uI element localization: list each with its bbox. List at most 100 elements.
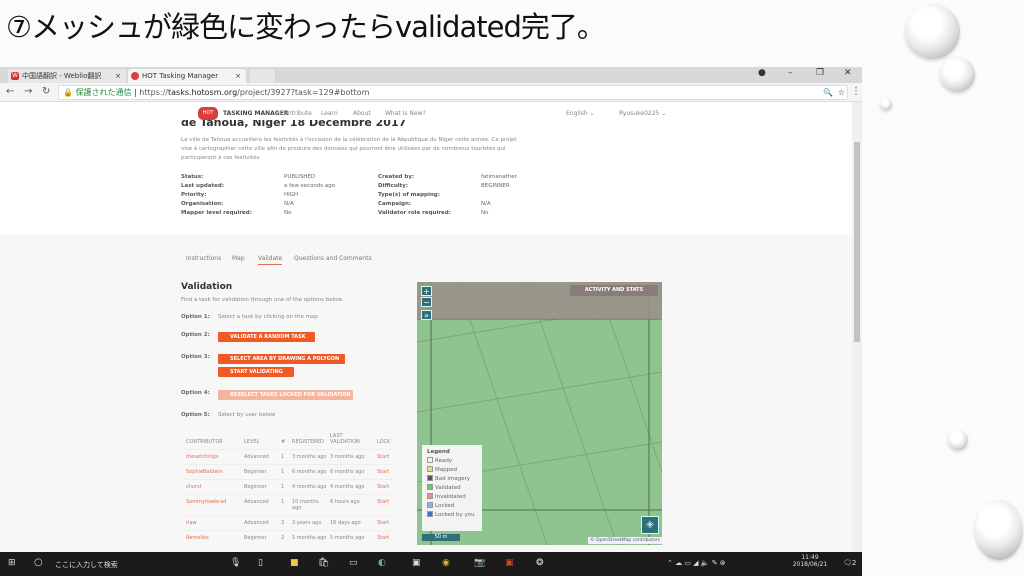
date: 2018/06/21 bbox=[792, 561, 828, 568]
taskbar-search[interactable]: ここに入力して検索 bbox=[55, 560, 118, 570]
legend-title: Legend bbox=[427, 449, 450, 455]
count: 2 bbox=[281, 535, 285, 541]
start-lock-link[interactable]: Start bbox=[377, 499, 389, 505]
tab-questions-comments[interactable]: Questions and Comments bbox=[294, 255, 372, 262]
app-icon[interactable]: ▣ bbox=[412, 558, 421, 568]
legend-label: Bad imagery bbox=[435, 476, 471, 482]
url-path: /project/3927?task=129#bottom bbox=[237, 88, 370, 97]
clock[interactable]: 11:49 2018/06/21 bbox=[790, 554, 830, 568]
legend-swatch bbox=[427, 484, 433, 490]
contributor-link[interactable]: rlaw bbox=[186, 520, 197, 526]
start-lock-link[interactable]: Start bbox=[377, 454, 389, 460]
scrollbar-thumb[interactable] bbox=[854, 142, 860, 342]
contributor-link[interactable]: shurst bbox=[186, 484, 202, 490]
back-icon[interactable]: ← bbox=[6, 86, 14, 97]
tab-weblio[interactable]: W 中国語翻訳 - Weblio翻訳 × bbox=[8, 69, 126, 83]
option-1-label: Option 1: bbox=[181, 314, 210, 320]
nav-about[interactable]: About bbox=[353, 110, 371, 117]
window-app-icon[interactable]: ▭ bbox=[349, 558, 358, 568]
nav-contribute[interactable]: Contribute bbox=[280, 110, 312, 117]
meta-label: Status: bbox=[181, 174, 204, 180]
language-label: English bbox=[566, 110, 588, 117]
tab-instructions[interactable]: Instructions bbox=[186, 255, 221, 262]
option-4-label: Option 4: bbox=[181, 390, 210, 396]
forward-icon[interactable]: → bbox=[24, 86, 32, 97]
level: Beginner bbox=[244, 535, 267, 541]
minimize-icon[interactable]: – bbox=[788, 68, 793, 78]
tab-map[interactable]: Map bbox=[232, 255, 245, 262]
steam-icon[interactable]: ◐ bbox=[378, 558, 386, 568]
slide-title: ⑦メッシュが緑色に変わったらvalidated完了。 bbox=[6, 10, 606, 44]
contributor-link[interactable]: Remelios bbox=[186, 535, 209, 541]
menu-icon[interactable]: ⋮ bbox=[851, 86, 861, 97]
language-select[interactable]: English ⌄ bbox=[566, 110, 595, 117]
start-lock-link[interactable]: Start bbox=[377, 535, 389, 541]
contributor-link[interactable]: SophieBaldwin bbox=[186, 469, 223, 475]
task-view-icon[interactable]: ▯ bbox=[258, 558, 263, 568]
contributor-link[interactable]: Sammyhawkrad bbox=[186, 499, 226, 505]
hot-logo[interactable]: HOT bbox=[198, 107, 218, 120]
store-icon[interactable]: 🛍 bbox=[318, 558, 329, 568]
start-lock-link[interactable]: Start bbox=[377, 469, 389, 475]
legend-swatch bbox=[427, 466, 433, 472]
microphone-icon[interactable]: 🎙 bbox=[230, 558, 241, 568]
zoom-in-button[interactable]: + bbox=[421, 286, 432, 296]
select-area-polygon-button[interactable]: SELECT AREA BY DRAWING A POLYGON bbox=[218, 354, 345, 364]
restore-icon[interactable]: ❐ bbox=[816, 68, 824, 78]
col-last-validation: LAST VALIDATION bbox=[330, 433, 360, 445]
water-drop-decoration bbox=[880, 98, 892, 110]
windows-start-icon[interactable]: ⊞ bbox=[8, 558, 16, 568]
last-validation: 6 months ago bbox=[330, 469, 365, 475]
zoom-icon[interactable]: 🔍 bbox=[823, 86, 833, 99]
close-icon[interactable]: × bbox=[115, 69, 121, 83]
cortana-icon[interactable]: ○ bbox=[34, 557, 43, 568]
col-registered: REGISTERED bbox=[292, 439, 324, 445]
file-explorer-icon[interactable]: ■ bbox=[290, 558, 299, 568]
reload-icon[interactable]: ↻ bbox=[42, 86, 50, 97]
close-icon[interactable]: × bbox=[235, 69, 241, 83]
layers-icon[interactable]: ◈ bbox=[641, 516, 659, 534]
legend-item: Bad imagery bbox=[427, 475, 477, 484]
star-icon[interactable]: ☆ bbox=[838, 86, 845, 99]
legend-label: Mapped bbox=[435, 467, 457, 473]
tab-hot[interactable]: HOT Tasking Manager × bbox=[128, 69, 246, 83]
brand-link[interactable]: TASKING MANAGER bbox=[223, 110, 288, 117]
start-lock-link[interactable]: Start bbox=[377, 484, 389, 490]
last-validation: 5 months ago bbox=[330, 535, 365, 541]
tab-validate[interactable]: Validate bbox=[258, 255, 283, 265]
col-level: LEVEL bbox=[244, 439, 260, 445]
nav-whats-new[interactable]: What is New? bbox=[385, 110, 426, 117]
activity-stats-button[interactable]: ACTIVITY AND STATS bbox=[570, 285, 658, 296]
col-count: # bbox=[281, 439, 286, 445]
reselect-locked-tasks-button[interactable]: RESELECT TASKS LOCKED FOR VALIDATION bbox=[218, 390, 353, 400]
app-icon[interactable]: ❂ bbox=[536, 558, 544, 568]
new-tab-button[interactable] bbox=[250, 69, 275, 83]
contributor-link[interactable]: thevetchings bbox=[186, 454, 218, 460]
close-window-icon[interactable]: ✕ bbox=[844, 68, 852, 78]
count: 1 bbox=[281, 469, 285, 475]
scrollbar[interactable] bbox=[852, 102, 862, 552]
camera-icon[interactable]: 📷 bbox=[474, 558, 485, 568]
task-map[interactable]: ACTIVITY AND STATS + − » Legend Ready Map… bbox=[417, 282, 662, 545]
powerpoint-icon[interactable]: ▣ bbox=[505, 558, 514, 568]
map-attribution[interactable]: © OpenStreetMap contributors bbox=[588, 537, 662, 544]
legend-item: Ready bbox=[427, 457, 477, 466]
meta-label: Last updated: bbox=[181, 183, 225, 189]
table-row: shurst Beginner 1 4 months ago 4 months ago S… bbox=[181, 479, 395, 494]
user-menu[interactable]: Ryusuke0225 ⌄ bbox=[619, 110, 666, 117]
legend-label: Ready bbox=[435, 458, 453, 464]
notification-icon[interactable]: 🗨2 bbox=[843, 559, 856, 567]
nav-learn[interactable]: Learn bbox=[321, 110, 338, 117]
url-input[interactable]: 🔒 保護された通信 | https://tasks.hotosm.org/pro… bbox=[58, 85, 848, 100]
zoom-out-button[interactable]: − bbox=[421, 297, 432, 307]
profile-icon[interactable]: ● bbox=[758, 68, 766, 78]
meta-value: a few seconds ago bbox=[284, 183, 336, 189]
validate-random-task-button[interactable]: VALIDATE A RANDOM TASK bbox=[218, 332, 315, 342]
tray-icons[interactable]: ⌃ ☁ ▭ ◢ 🔈 ✎ ⊗ bbox=[667, 559, 726, 567]
expand-icon[interactable]: » bbox=[421, 310, 432, 320]
start-lock-link[interactable]: Start bbox=[377, 520, 389, 526]
meta-label: Campaign: bbox=[378, 201, 412, 207]
chrome-icon[interactable]: ◉ bbox=[442, 558, 450, 568]
meta-label: Type(s) of mapping: bbox=[378, 192, 440, 198]
start-validating-button[interactable]: START VALIDATING bbox=[218, 367, 294, 377]
